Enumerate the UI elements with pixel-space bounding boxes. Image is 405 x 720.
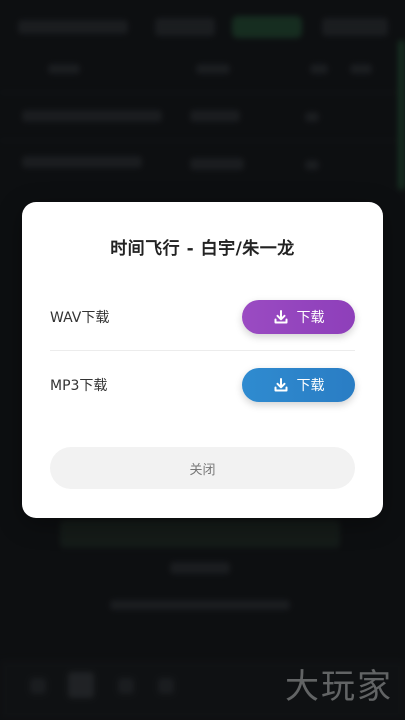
mp3-download-button[interactable]: 下载 — [242, 368, 355, 402]
mp3-download-label: 下载 — [296, 378, 325, 394]
close-button[interactable]: 关闭 — [50, 447, 355, 489]
wav-download-button[interactable]: 下载 — [242, 300, 355, 334]
download-icon — [274, 310, 287, 324]
watermark-logo: 大玩家 — [285, 667, 393, 707]
wav-option-label: WAV下载 — [50, 310, 110, 326]
mp3-option-label: MP3下载 — [50, 378, 108, 394]
download-dialog: 时间飞行 - 白宇/朱一龙 WAV下载 下载 MP3下载 下载 关闭 — [22, 202, 383, 518]
option-divider — [50, 350, 355, 351]
wav-option-row: WAV下载 下载 — [50, 297, 355, 337]
mp3-option-row: MP3下载 下载 — [50, 365, 355, 405]
app-screen: 时间飞行 - 白宇/朱一龙 WAV下载 下载 MP3下载 下载 关闭 大玩家 — [0, 0, 405, 720]
dialog-title: 时间飞行 - 白宇/朱一龙 — [110, 239, 295, 259]
download-icon — [274, 378, 287, 392]
wav-download-label: 下载 — [296, 310, 325, 326]
